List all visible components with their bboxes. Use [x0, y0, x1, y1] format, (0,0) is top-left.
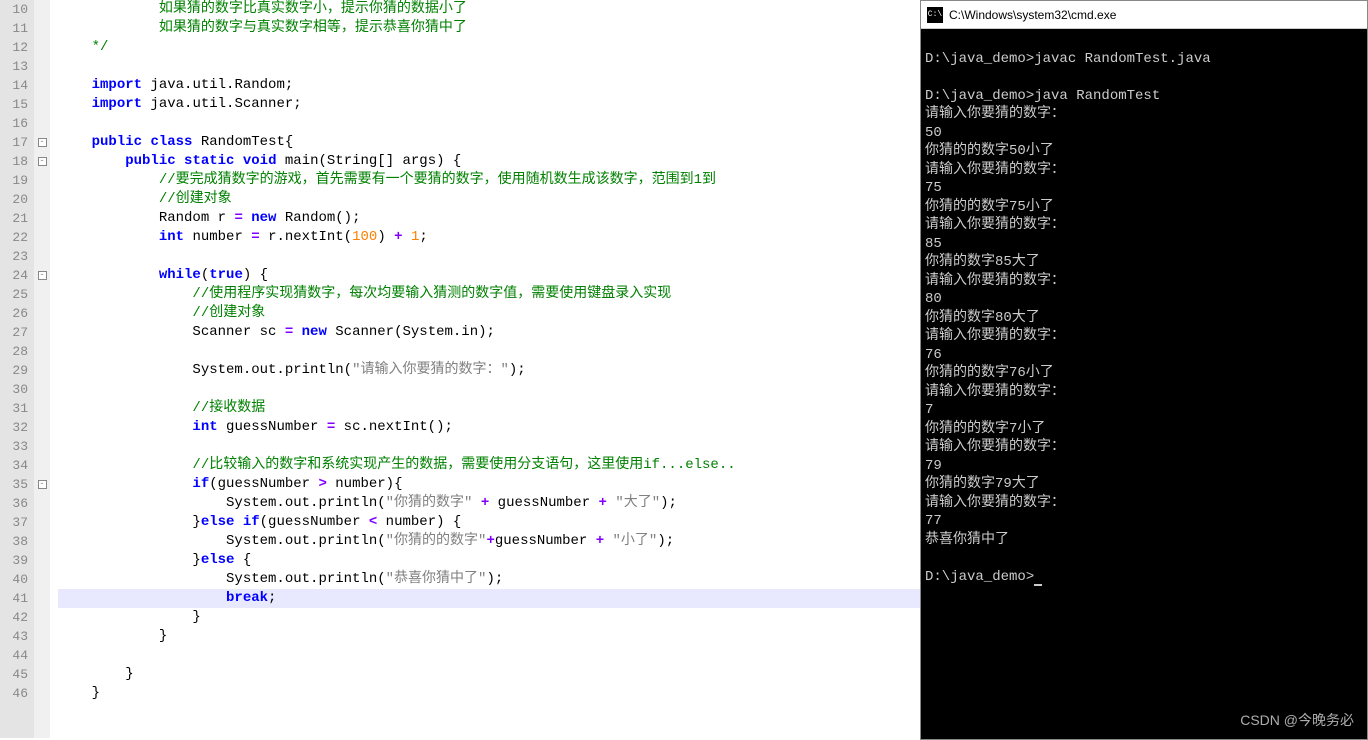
line-number: 39 [0, 551, 28, 570]
cmd-line: D:\java_demo> [925, 568, 1363, 587]
line-number: 34 [0, 456, 28, 475]
line-number: 21 [0, 209, 28, 228]
line-number: 19 [0, 171, 28, 190]
line-number: 46 [0, 684, 28, 703]
cmd-line: 请输入你要猜的数字： [925, 327, 1363, 346]
cmd-line: 你猜的数字79大了 [925, 475, 1363, 494]
line-number: 20 [0, 190, 28, 209]
line-number: 29 [0, 361, 28, 380]
line-number: 10 [0, 0, 28, 19]
cmd-line [925, 68, 1363, 87]
fold-toggle[interactable]: - [38, 480, 47, 489]
cmd-line: D:\java_demo>java RandomTest [925, 87, 1363, 106]
line-number: 30 [0, 380, 28, 399]
cmd-line: 79 [925, 457, 1363, 476]
cmd-line: 恭喜你猜中了 [925, 531, 1363, 550]
line-number: 25 [0, 285, 28, 304]
cmd-line: 你猜的的数字7小了 [925, 420, 1363, 439]
line-number: 17 [0, 133, 28, 152]
cmd-titlebar[interactable]: C:\ C:\Windows\system32\cmd.exe [921, 1, 1367, 29]
cmd-line: 你猜的数字80大了 [925, 309, 1363, 328]
fold-toggle[interactable]: - [38, 157, 47, 166]
line-number: 28 [0, 342, 28, 361]
cmd-line: 请输入你要猜的数字： [925, 216, 1363, 235]
line-number: 35 [0, 475, 28, 494]
line-number: 15 [0, 95, 28, 114]
line-number: 45 [0, 665, 28, 684]
line-number: 23 [0, 247, 28, 266]
line-number: 26 [0, 304, 28, 323]
line-number: 12 [0, 38, 28, 57]
cmd-title: C:\Windows\system32\cmd.exe [949, 8, 1116, 22]
line-number: 13 [0, 57, 28, 76]
cmd-output[interactable]: D:\java_demo>javac RandomTest.java D:\ja… [921, 29, 1367, 739]
line-number: 22 [0, 228, 28, 247]
line-number: 27 [0, 323, 28, 342]
cmd-line: 请输入你要猜的数字： [925, 494, 1363, 513]
line-number: 11 [0, 19, 28, 38]
fold-toggle[interactable]: - [38, 138, 47, 147]
line-number: 24 [0, 266, 28, 285]
line-number-gutter: 1011121314151617181920212223242526272829… [0, 0, 34, 738]
line-number: 43 [0, 627, 28, 646]
cmd-line: 75 [925, 179, 1363, 198]
watermark: CSDN @今晚务必 [1240, 710, 1354, 730]
cmd-line: 你猜的的数字76小了 [925, 364, 1363, 383]
line-number: 42 [0, 608, 28, 627]
line-number: 44 [0, 646, 28, 665]
cmd-line [925, 31, 1363, 50]
line-number: 18 [0, 152, 28, 171]
line-number: 38 [0, 532, 28, 551]
line-number: 40 [0, 570, 28, 589]
cmd-line: 请输入你要猜的数字： [925, 272, 1363, 291]
cmd-line: 请输入你要猜的数字： [925, 438, 1363, 457]
cmd-line [925, 549, 1363, 568]
cmd-line: 请输入你要猜的数字： [925, 161, 1363, 180]
cmd-line: 80 [925, 290, 1363, 309]
cmd-line: 你猜的的数字50小了 [925, 142, 1363, 161]
line-number: 37 [0, 513, 28, 532]
cursor [1034, 584, 1042, 586]
line-number: 36 [0, 494, 28, 513]
line-number: 16 [0, 114, 28, 133]
line-number: 32 [0, 418, 28, 437]
cmd-line: 77 [925, 512, 1363, 531]
line-number: 33 [0, 437, 28, 456]
cmd-line: 85 [925, 235, 1363, 254]
fold-column[interactable]: - - - - [34, 0, 50, 738]
line-number: 31 [0, 399, 28, 418]
cmd-line: D:\java_demo>javac RandomTest.java [925, 50, 1363, 69]
cmd-line: 请输入你要猜的数字： [925, 383, 1363, 402]
cmd-line: 50 [925, 124, 1363, 143]
cmd-line: 76 [925, 346, 1363, 365]
cmd-line: 请输入你要猜的数字： [925, 105, 1363, 124]
cmd-line: 你猜的数字85大了 [925, 253, 1363, 272]
fold-toggle[interactable]: - [38, 271, 47, 280]
cmd-icon: C:\ [927, 7, 943, 23]
cmd-line: 你猜的的数字75小了 [925, 198, 1363, 217]
line-number: 14 [0, 76, 28, 95]
line-number: 41 [0, 589, 28, 608]
cmd-window[interactable]: C:\ C:\Windows\system32\cmd.exe D:\java_… [920, 0, 1368, 740]
cmd-line: 7 [925, 401, 1363, 420]
